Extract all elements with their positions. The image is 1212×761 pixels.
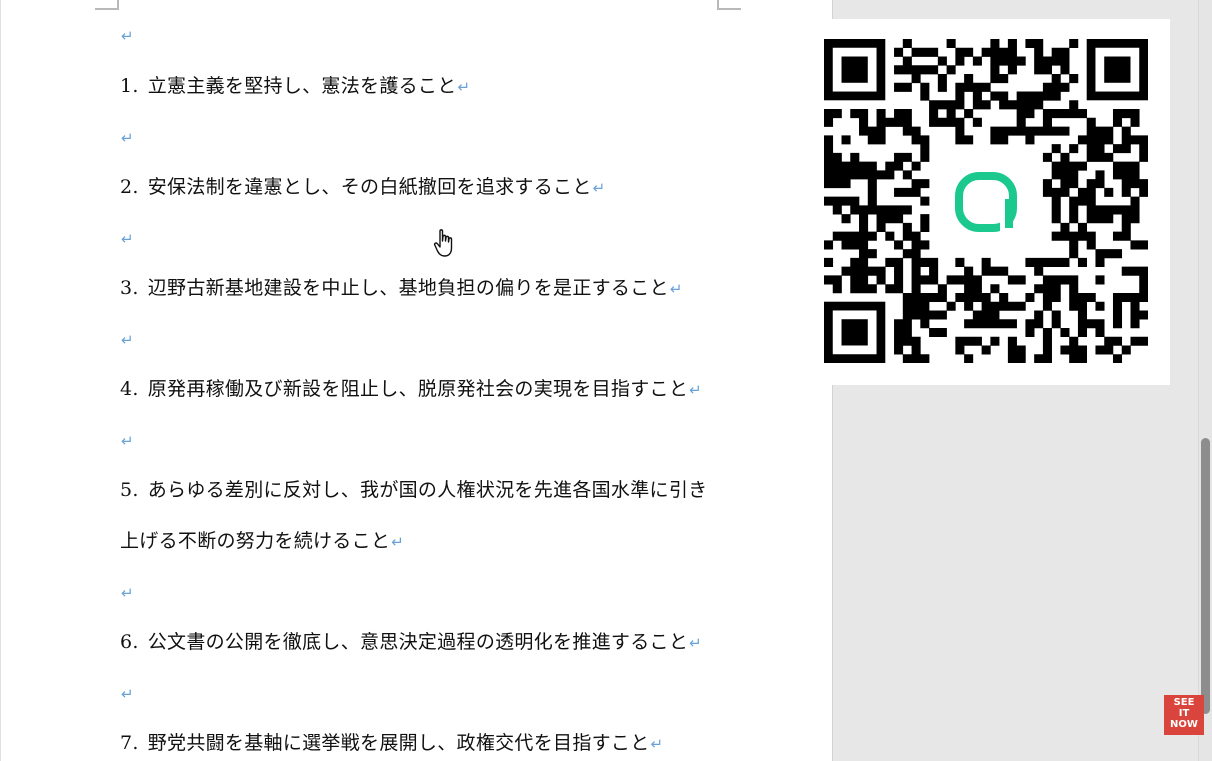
qr-finder-pattern xyxy=(1086,39,1148,101)
empty-paragraph[interactable]: ↵ xyxy=(120,428,134,453)
paragraph-mark-icon: ↵ xyxy=(121,331,134,349)
empty-paragraph[interactable]: ↵ xyxy=(120,125,134,150)
paragraph-mark-icon: ↵ xyxy=(689,381,703,399)
paragraph-mark-icon: ↵ xyxy=(592,179,606,197)
paragraph-mark-icon: ↵ xyxy=(650,735,664,753)
list-item-5-continuation[interactable]: 上げる不断の努力を続けること↵ xyxy=(120,529,404,554)
paragraph-mark-icon: ↵ xyxy=(689,634,703,652)
list-item-2[interactable]: 2. 安保法制を違憲とし、その白紙撤回を追求すること↵ xyxy=(120,175,606,200)
list-item-6[interactable]: 6. 公文書の公開を徹底し、意思決定過程の透明化を推進すること↵ xyxy=(120,630,702,655)
empty-paragraph[interactable]: ↵ xyxy=(120,23,134,48)
list-number: 7. xyxy=(120,732,139,754)
paragraph-mark-icon: ↵ xyxy=(121,27,134,45)
page-corner-mark-left xyxy=(95,0,119,10)
paragraph-mark-icon: ↵ xyxy=(669,280,683,298)
badge-line-3: NOW xyxy=(1170,719,1198,730)
list-item-text: 上げる不断の努力を続けること xyxy=(120,530,391,552)
list-number: 3. xyxy=(120,277,139,299)
qr-code-card[interactable] xyxy=(808,19,1170,385)
list-item-1[interactable]: 1. 立憲主義を堅持し、憲法を護ること↵ xyxy=(120,74,470,99)
list-item-text: あらゆる差別に反対し、我が国の人権状況を先進各国水準に引き xyxy=(147,479,708,501)
list-item-7[interactable]: 7. 野党共闘を基軸に選挙戦を展開し、政権交代を目指すこと↵ xyxy=(120,731,663,756)
paragraph-mark-icon: ↵ xyxy=(121,230,134,248)
page-corner-mark-right xyxy=(717,0,741,10)
list-number: 1. xyxy=(120,75,139,97)
qr-finder-pattern xyxy=(824,39,886,101)
paragraph-mark-icon: ↵ xyxy=(121,685,134,703)
list-number: 6. xyxy=(120,631,139,653)
badge-line-1: SEE xyxy=(1173,697,1195,708)
list-item-4[interactable]: 4. 原発再稼働及び新設を阻止し、脱原発社会の実現を目指すこと↵ xyxy=(120,377,702,402)
list-item-3[interactable]: 3. 辺野古新基地建設を中止し、基地負担の偏りを是正すること↵ xyxy=(120,276,683,301)
paragraph-mark-icon: ↵ xyxy=(391,533,405,551)
hand-pointer-icon xyxy=(433,229,453,257)
paragraph-mark-icon: ↵ xyxy=(457,78,471,96)
list-item-text: 原発再稼働及び新設を阻止し、脱原発社会の実現を目指すこと xyxy=(147,378,689,400)
empty-paragraph[interactable]: ↵ xyxy=(120,681,134,706)
see-it-now-badge[interactable]: SEE IT NOW xyxy=(1164,695,1204,735)
screen: ↵ 1. 立憲主義を堅持し、憲法を護ること↵ ↵ 2. 安保法制を違憲とし、その白紙… xyxy=(0,0,1212,761)
list-number: 4. xyxy=(120,378,139,400)
qr-finder-pattern xyxy=(824,301,886,363)
paragraph-mark-icon: ↵ xyxy=(121,129,134,147)
vertical-scrollbar-thumb[interactable] xyxy=(1201,438,1210,714)
badge-line-2: IT xyxy=(1178,708,1190,719)
list-item-text: 野党共闘を基軸に選挙戦を展開し、政権交代を目指すこと xyxy=(147,732,650,754)
list-item-text: 安保法制を違憲とし、その白紙撤回を追求すること xyxy=(147,176,592,198)
list-item-text: 立憲主義を堅持し、憲法を護ること xyxy=(147,75,457,97)
empty-paragraph[interactable]: ↵ xyxy=(120,327,134,352)
list-item-text: 辺野古新基地建設を中止し、基地負担の偏りを是正すること xyxy=(147,277,669,299)
document-page[interactable]: ↵ 1. 立憲主義を堅持し、憲法を護ること↵ ↵ 2. 安保法制を違憲とし、その白紙… xyxy=(0,0,833,761)
app-logo-icon xyxy=(942,157,1030,245)
list-item-5[interactable]: 5. あらゆる差別に反対し、我が国の人権状況を先進各国水準に引き xyxy=(120,478,707,502)
paragraph-mark-icon: ↵ xyxy=(121,432,134,450)
list-number: 2. xyxy=(120,176,139,198)
list-item-text: 公文書の公開を徹底し、意思決定過程の透明化を推進すること xyxy=(147,631,689,653)
paragraph-mark-icon: ↵ xyxy=(121,584,134,602)
list-number: 5. xyxy=(120,479,139,501)
empty-paragraph[interactable]: ↵ xyxy=(120,580,134,605)
empty-paragraph[interactable]: ↵ xyxy=(120,226,134,251)
